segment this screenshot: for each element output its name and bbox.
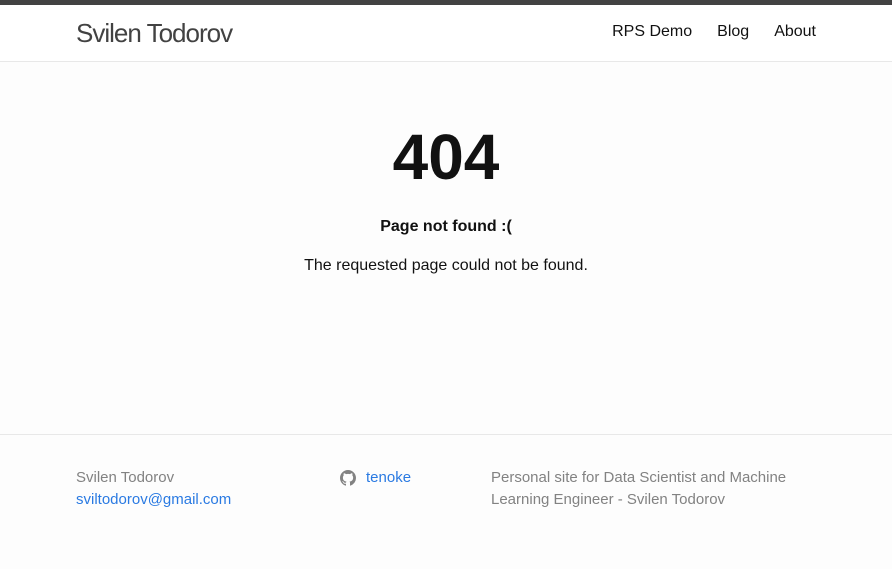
site-footer: Svilen Todorov sviltodorov@gmail.com ten… [0,434,892,569]
error-message: The requested page could not be found. [304,257,588,274]
nav-link-rps-demo[interactable]: RPS Demo [612,22,692,42]
error-title: Page not found :( [380,218,512,235]
error-code: 404 [392,121,500,193]
main-content: 404 Page not found :( The requested page… [0,62,892,434]
footer-name: Svilen Todorov [76,469,175,486]
site-header: Svilen Todorov RPS Demo Blog About [0,5,892,62]
footer-description: Personal site for Data Scientist and Mac… [491,469,787,508]
github-icon[interactable] [340,470,356,486]
nav-link-about[interactable]: About [774,22,816,42]
github-username-link[interactable]: tenoke [366,467,411,489]
footer-contact: Svilen Todorov sviltodorov@gmail.com [76,467,231,511]
site-nav: RPS Demo Blog About [612,22,816,42]
footer-email-link[interactable]: sviltodorov@gmail.com [76,489,231,511]
site-title-link[interactable]: Svilen Todorov [76,17,233,49]
nav-link-blog[interactable]: Blog [717,22,749,42]
footer-github: tenoke [340,467,411,489]
